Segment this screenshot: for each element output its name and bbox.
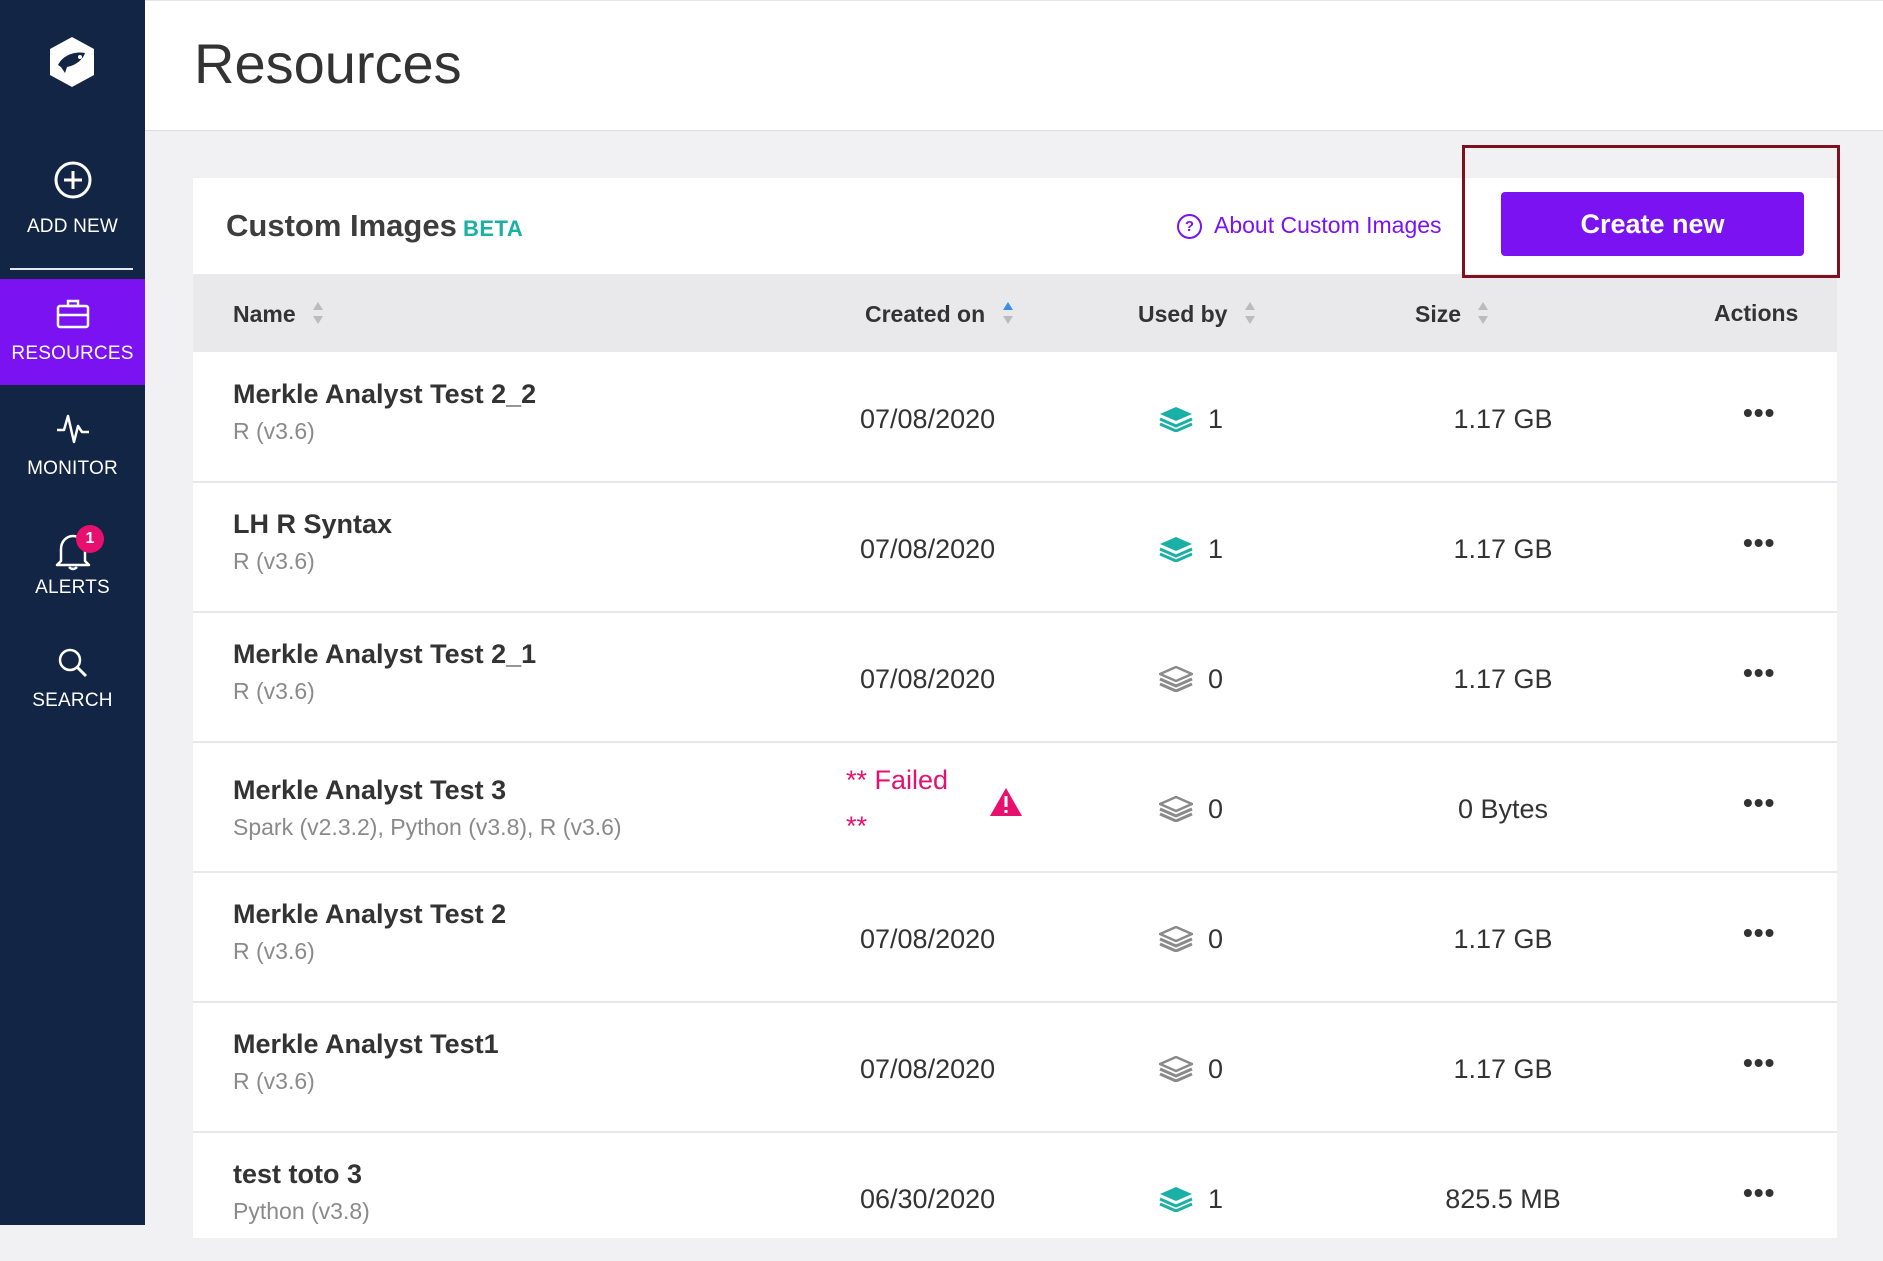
layers-inactive-icon bbox=[1156, 795, 1196, 827]
app-logo-icon[interactable] bbox=[45, 35, 99, 89]
build-status-failed-suffix: ** bbox=[846, 811, 868, 841]
sidebar: ADD NEW RESOURCES MONITOR 1 ALERTS SEARC… bbox=[0, 0, 145, 1225]
image-runtimes: R (v3.6) bbox=[233, 1068, 315, 1094]
layers-inactive-icon bbox=[1156, 925, 1196, 957]
layers-active-icon bbox=[1159, 1186, 1193, 1217]
row-actions-menu-icon[interactable]: ••• bbox=[1743, 1047, 1775, 1079]
sort-icon bbox=[312, 300, 324, 332]
column-header-created-on[interactable]: Created on bbox=[865, 300, 1014, 332]
table-row[interactable]: LH R Syntax R (v3.6) 07/08/2020 1 1.17 G… bbox=[193, 482, 1837, 613]
table-row[interactable]: Merkle Analyst Test1 R (v3.6) 07/08/2020… bbox=[193, 1002, 1837, 1133]
nav-label-resources: RESOURCES bbox=[11, 343, 134, 364]
column-header-actions: Actions bbox=[1714, 300, 1799, 326]
nav-label-search: SEARCH bbox=[32, 690, 113, 711]
alerts-count-badge: 1 bbox=[76, 525, 104, 553]
row-actions-menu-icon[interactable]: ••• bbox=[1743, 1177, 1775, 1209]
card-title: Custom Images bbox=[226, 208, 457, 243]
nav-search[interactable]: SEARCH bbox=[0, 645, 145, 755]
image-runtimes: R (v3.6) bbox=[233, 678, 315, 704]
nav-label-add-new: ADD NEW bbox=[26, 216, 119, 237]
sort-icon bbox=[1244, 300, 1256, 332]
plus-circle-icon bbox=[53, 160, 93, 205]
nav-monitor[interactable]: MONITOR bbox=[0, 410, 145, 520]
image-runtimes: Spark (v2.3.2), Python (v3.8), R (v3.6) bbox=[233, 814, 622, 840]
layers-active-icon bbox=[1159, 536, 1193, 567]
warning-icon[interactable] bbox=[989, 787, 1023, 822]
created-date: 07/08/2020 bbox=[860, 1054, 996, 1084]
row-actions-menu-icon[interactable]: ••• bbox=[1743, 397, 1775, 429]
used-by-count: 0 bbox=[1208, 664, 1224, 694]
nav-label-monitor: MONITOR bbox=[27, 458, 118, 479]
column-label: Created on bbox=[865, 301, 986, 328]
custom-images-card: Custom Images BETA ? About Custom Images … bbox=[193, 178, 1837, 1238]
row-actions-menu-icon[interactable]: ••• bbox=[1743, 917, 1775, 949]
nav-resources[interactable]: RESOURCES bbox=[0, 279, 145, 385]
nav-alerts[interactable]: 1 ALERTS bbox=[0, 525, 145, 635]
created-date: 07/08/2020 bbox=[860, 664, 996, 694]
column-label: Used by bbox=[1138, 301, 1228, 328]
used-by-count: 0 bbox=[1208, 924, 1224, 954]
table-row[interactable]: Merkle Analyst Test 3 Spark (v2.3.2), Py… bbox=[193, 742, 1837, 873]
column-header-name[interactable]: Name bbox=[233, 300, 324, 332]
created-date: 07/08/2020 bbox=[860, 924, 996, 954]
column-label: Size bbox=[1415, 301, 1462, 328]
image-runtimes: R (v3.6) bbox=[233, 548, 315, 574]
image-size: 825.5 MB bbox=[1445, 1184, 1561, 1214]
sort-icon bbox=[1477, 300, 1489, 332]
row-actions-menu-icon[interactable]: ••• bbox=[1743, 527, 1775, 559]
image-name: Merkle Analyst Test 2_2 bbox=[233, 379, 537, 409]
pulse-icon bbox=[55, 412, 91, 451]
nav-add-new[interactable]: ADD NEW bbox=[0, 158, 145, 268]
used-by-count: 1 bbox=[1208, 1184, 1224, 1214]
sort-ascending-icon bbox=[1002, 300, 1014, 332]
sidebar-divider bbox=[10, 268, 133, 270]
image-name: Merkle Analyst Test 2 bbox=[233, 899, 507, 929]
row-actions-menu-icon[interactable]: ••• bbox=[1743, 657, 1775, 689]
table-row[interactable]: Merkle Analyst Test 2_1 R (v3.6) 07/08/2… bbox=[193, 612, 1837, 743]
image-name: LH R Syntax bbox=[233, 509, 393, 539]
used-by-count: 1 bbox=[1208, 404, 1224, 434]
image-runtimes: Python (v3.8) bbox=[233, 1198, 370, 1224]
help-icon: ? bbox=[1177, 214, 1202, 239]
layers-inactive-icon bbox=[1156, 665, 1196, 697]
search-icon bbox=[57, 647, 89, 684]
image-size: 1.17 GB bbox=[1453, 1054, 1553, 1084]
used-by-count: 0 bbox=[1208, 1054, 1224, 1084]
image-size: 0 Bytes bbox=[1457, 794, 1549, 824]
image-size: 1.17 GB bbox=[1453, 534, 1553, 564]
used-by-count: 0 bbox=[1208, 794, 1224, 824]
about-custom-images-link[interactable]: ? About Custom Images bbox=[1177, 212, 1442, 239]
nav-label-alerts: ALERTS bbox=[35, 577, 110, 598]
image-size: 1.17 GB bbox=[1453, 404, 1553, 434]
create-new-button[interactable]: Create new bbox=[1501, 192, 1804, 256]
layers-inactive-icon bbox=[1156, 1055, 1196, 1087]
used-by-count: 1 bbox=[1208, 534, 1224, 564]
row-actions-menu-icon[interactable]: ••• bbox=[1743, 787, 1775, 819]
beta-badge: BETA bbox=[463, 216, 524, 241]
table-row[interactable]: test toto 3 Python (v3.8) 06/30/2020 1 8… bbox=[193, 1132, 1837, 1261]
column-label: Name bbox=[233, 301, 296, 328]
column-header-used-by[interactable]: Used by bbox=[1138, 300, 1256, 332]
image-size: 1.17 GB bbox=[1453, 924, 1553, 954]
image-name: Merkle Analyst Test1 bbox=[233, 1029, 499, 1059]
column-header-size[interactable]: Size bbox=[1415, 300, 1489, 332]
created-date: 07/08/2020 bbox=[860, 404, 996, 434]
page-title: Resources bbox=[194, 32, 462, 95]
table-header: Name Created on Used by Size Actions bbox=[193, 274, 1837, 352]
briefcase-icon bbox=[56, 299, 90, 334]
image-runtimes: R (v3.6) bbox=[233, 938, 315, 964]
image-name: Merkle Analyst Test 2_1 bbox=[233, 639, 537, 669]
layers-active-icon bbox=[1159, 406, 1193, 437]
image-name: test toto 3 bbox=[233, 1159, 363, 1189]
created-date: 06/30/2020 bbox=[860, 1184, 996, 1214]
table-row[interactable]: Merkle Analyst Test 2 R (v3.6) 07/08/202… bbox=[193, 872, 1837, 1003]
about-link-label: About Custom Images bbox=[1214, 212, 1442, 238]
image-name: Merkle Analyst Test 3 bbox=[233, 775, 507, 805]
page-header: Resources bbox=[145, 0, 1883, 131]
created-date: 07/08/2020 bbox=[860, 534, 996, 564]
image-size: 1.17 GB bbox=[1453, 664, 1553, 694]
build-status-failed: ** Failed bbox=[846, 765, 949, 795]
table-row[interactable]: Merkle Analyst Test 2_2 R (v3.6) 07/08/2… bbox=[193, 352, 1837, 483]
image-runtimes: R (v3.6) bbox=[233, 418, 315, 444]
